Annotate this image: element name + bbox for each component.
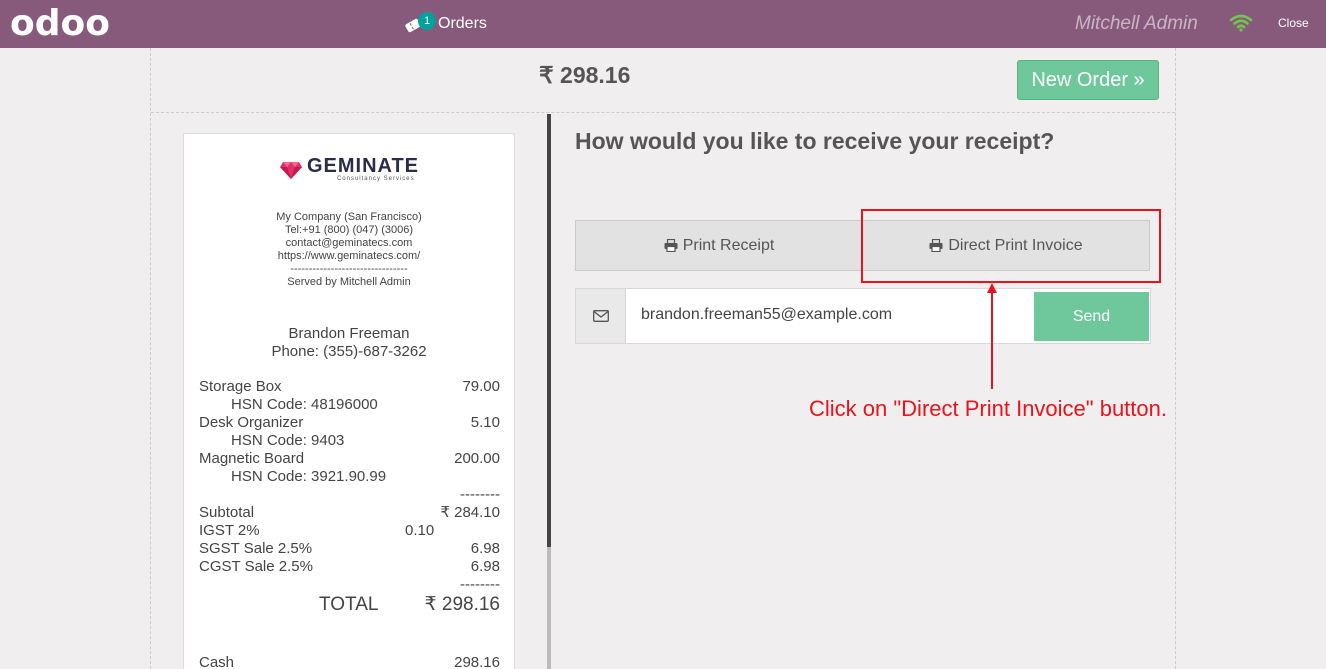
tax-label: CGST Sale 2.5%	[199, 558, 313, 575]
company-website: https://www.geminatecs.com/	[277, 250, 421, 262]
annotation-highlight-box	[861, 209, 1161, 283]
item-hsn: HSN Code: 48196000	[231, 396, 378, 413]
item-hsn: HSN Code: 9403	[231, 432, 345, 449]
scrollbar-track[interactable]	[547, 547, 551, 669]
item-price: 200.00	[454, 450, 500, 467]
tax-row: CGST Sale 2.5% 6.98	[199, 558, 500, 576]
subtotal-value: ₹ 284.10	[440, 504, 500, 521]
print-receipt-label: Print Receipt	[682, 236, 775, 254]
customer-phone: Phone: (355)-687-3262	[271, 343, 427, 360]
item-price: 5.10	[470, 414, 500, 431]
subtotal-row: Subtotal ₹ 284.10	[199, 504, 500, 522]
send-button[interactable]: Send	[1034, 292, 1149, 341]
item-price: 79.00	[462, 378, 500, 395]
annotation-arrow	[987, 283, 997, 389]
company-logo: GEMINATE Consultancy Services	[184, 156, 514, 182]
item-name: Magnetic Board	[199, 450, 305, 467]
print-receipt-button[interactable]: Print Receipt	[575, 220, 863, 271]
wifi-icon	[1229, 14, 1253, 32]
annotation-text: Click on "Direct Print Invoice" button.	[809, 396, 1167, 421]
cash-value: 298.16	[454, 654, 500, 669]
subtotal-label: Subtotal	[199, 504, 255, 521]
top-content-row: ₹ 298.16 New Order »	[151, 48, 1175, 113]
served-by: Served by Mitchell Admin	[287, 276, 411, 288]
customer-info: Brandon Freeman Phone: (355)-687-3262	[184, 325, 514, 361]
email-receipt-row: Send	[575, 288, 1151, 344]
tax-amount: 0.10	[405, 522, 435, 539]
email-input[interactable]	[641, 306, 1021, 324]
item-name: Desk Organizer	[199, 414, 304, 431]
order-total: ₹ 298.16	[539, 62, 631, 88]
tax-label: SGST Sale 2.5%	[199, 540, 313, 557]
receipt-preview: GEMINATE Consultancy Services My Company…	[183, 133, 515, 669]
new-order-button[interactable]: New Order »	[1017, 60, 1159, 100]
orders-count-badge: 1	[418, 12, 436, 30]
top-navbar: odoo 1 Orders Mitchell Admin Close	[0, 0, 1326, 48]
item-name: Storage Box	[199, 378, 282, 395]
customer-name: Brandon Freeman	[288, 325, 410, 342]
tax-value: 6.98	[470, 558, 500, 575]
brand-name: GEMINATE	[306, 155, 420, 177]
odoo-logo: odoo	[10, 3, 110, 44]
orders-label: Orders	[438, 15, 487, 32]
list-item: Storage Box 79.00	[199, 378, 500, 396]
tax-row: IGST 2% 0.10	[199, 522, 500, 540]
tax-value: 6.98	[470, 540, 500, 557]
ticket-icon: 1	[404, 12, 436, 34]
total-label: TOTAL	[319, 594, 379, 615]
list-item: Magnetic Board 200.00	[199, 450, 500, 468]
total-value: ₹ 298.16	[424, 594, 500, 615]
receipt-question: How would you like to receive your recei…	[575, 128, 1055, 154]
company-phone: Tel:+91 (800) (047) (3006)	[284, 224, 414, 236]
separator: --------------------------------	[290, 263, 408, 275]
company-info: My Company (San Francisco) Tel:+91 (800)…	[184, 211, 514, 289]
subtotal-separator: --------	[460, 486, 500, 503]
cash-label: Cash	[199, 654, 235, 669]
total-separator: --------	[460, 576, 500, 593]
diamond-icon	[279, 162, 302, 179]
user-name: Mitchell Admin	[1075, 13, 1198, 34]
tax-row: SGST Sale 2.5% 6.98	[199, 540, 500, 558]
tax-label: IGST 2%	[199, 522, 260, 539]
list-item: Desk Organizer 5.10	[199, 414, 500, 432]
company-name: My Company (San Francisco)	[276, 211, 422, 223]
orders-button[interactable]: 1 Orders	[404, 10, 487, 38]
receipt-lines: Storage Box 79.00 HSN Code: 48196000 Des…	[199, 378, 500, 669]
mail-icon-cell	[576, 289, 626, 343]
cash-row: Cash 298.16	[199, 654, 500, 669]
printer-icon	[664, 239, 678, 252]
total-row: TOTAL ₹ 298.16	[199, 594, 500, 622]
company-email: contact@geminatecs.com	[285, 237, 413, 249]
envelope-icon	[592, 310, 609, 322]
scrollbar-thumb[interactable]	[547, 114, 551, 547]
item-hsn: HSN Code: 3921.90.99	[231, 468, 387, 485]
close-button[interactable]: Close	[1278, 16, 1309, 30]
